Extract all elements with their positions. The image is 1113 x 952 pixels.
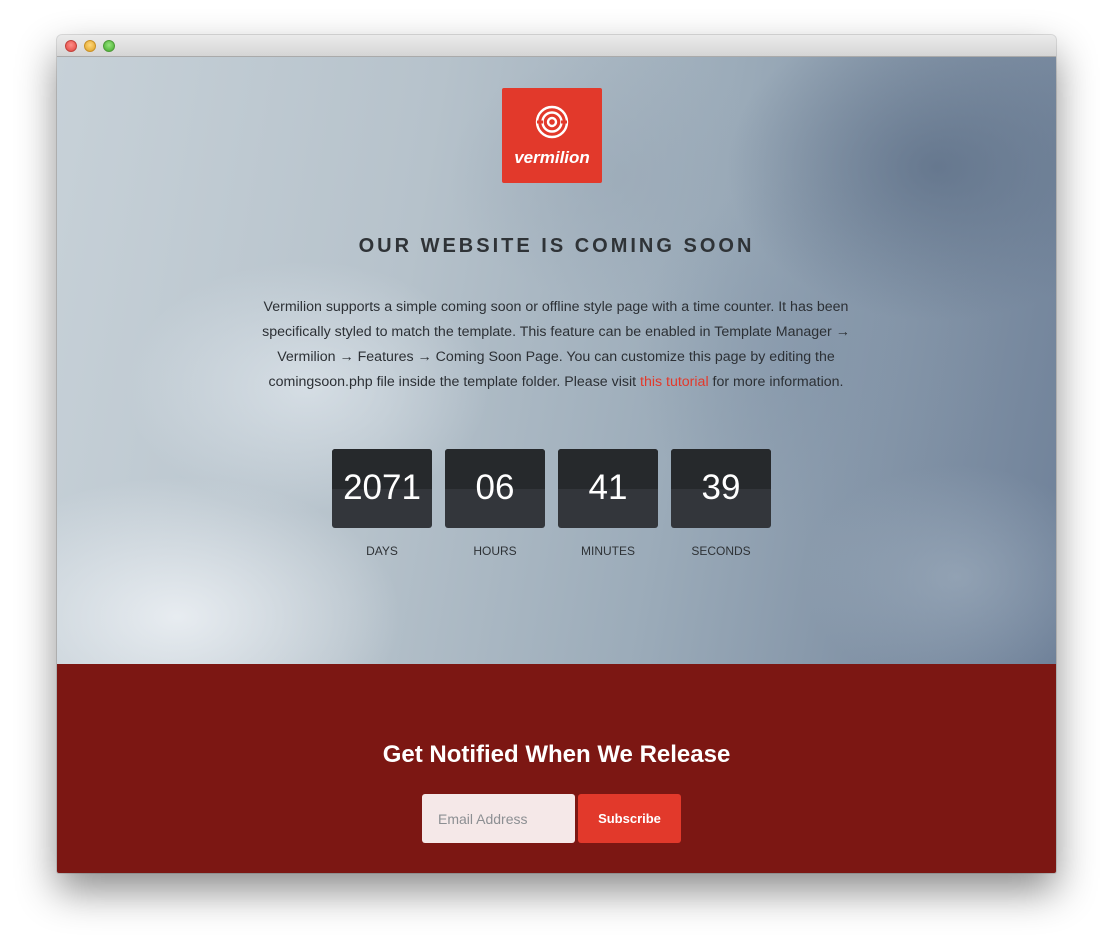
description-text: Vermilion supports a simple coming soon … bbox=[250, 295, 862, 395]
subscribe-button[interactable]: Subscribe bbox=[578, 794, 681, 843]
minutes-label: MINUTES bbox=[581, 544, 635, 558]
email-field[interactable] bbox=[422, 794, 575, 843]
countdown-days: 2071 DAYS bbox=[332, 449, 432, 558]
minutes-value: 41 bbox=[588, 468, 628, 507]
brand-name: vermilion bbox=[514, 148, 590, 167]
days-label: DAYS bbox=[366, 544, 398, 558]
notify-title: Get Notified When We Release bbox=[382, 741, 731, 768]
hero-section: vermilion OUR WEBSITE IS COMING SOON Ver… bbox=[57, 57, 1056, 664]
countdown-box: 06 bbox=[445, 449, 545, 528]
close-window-button[interactable] bbox=[65, 40, 77, 52]
notify-section: Get Notified When We Release Subscribe bbox=[57, 664, 1056, 873]
countdown-seconds: 39 SECONDS bbox=[671, 449, 771, 558]
zoom-window-button[interactable] bbox=[103, 40, 115, 52]
countdown-minutes: 41 MINUTES bbox=[558, 449, 658, 558]
countdown-box: 39 bbox=[671, 449, 771, 528]
minimize-window-button[interactable] bbox=[84, 40, 96, 52]
target-rings-icon bbox=[535, 105, 569, 139]
window-titlebar bbox=[57, 35, 1056, 57]
seconds-value: 39 bbox=[701, 468, 741, 507]
countdown-box: 2071 bbox=[332, 449, 432, 528]
browser-window: vermilion OUR WEBSITE IS COMING SOON Ver… bbox=[57, 35, 1056, 873]
page-title: OUR WEBSITE IS COMING SOON bbox=[358, 235, 755, 257]
tutorial-link[interactable]: this tutorial bbox=[640, 374, 709, 390]
hours-label: HOURS bbox=[473, 544, 517, 558]
seconds-label: SECONDS bbox=[691, 544, 751, 558]
brand-logo[interactable]: vermilion bbox=[502, 88, 602, 183]
countdown-hours: 06 HOURS bbox=[445, 449, 545, 558]
countdown-box: 41 bbox=[558, 449, 658, 528]
description-text-after-link: for more information. bbox=[708, 374, 844, 390]
days-value: 2071 bbox=[343, 468, 421, 507]
hours-value: 06 bbox=[475, 468, 515, 507]
